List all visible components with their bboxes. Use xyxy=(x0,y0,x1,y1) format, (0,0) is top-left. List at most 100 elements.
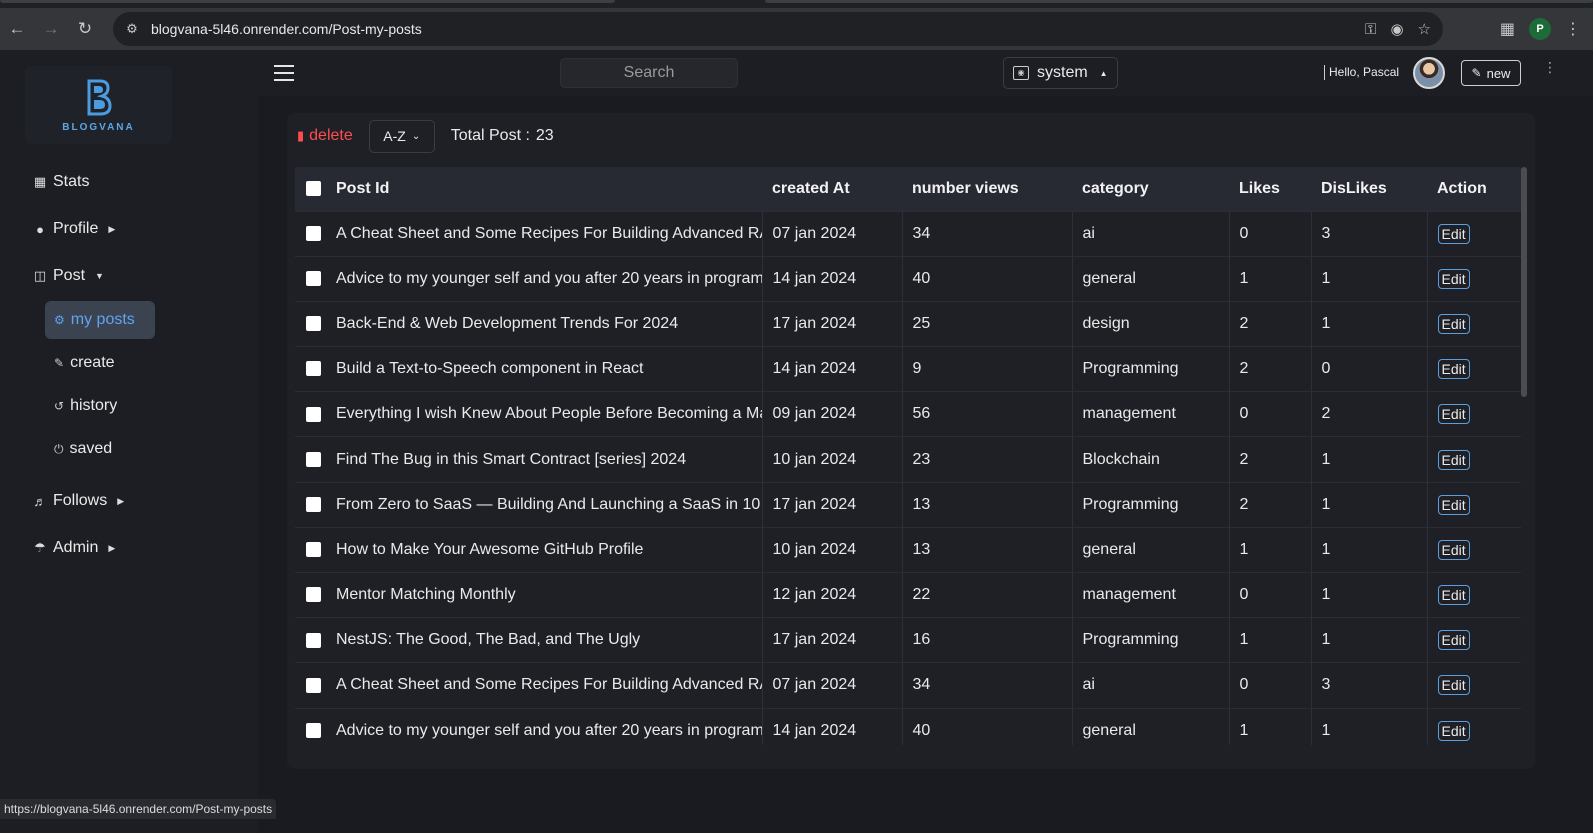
sidebar-item-post[interactable]: ◫ Post ▼ xyxy=(33,267,104,285)
cell-dislikes: 1 xyxy=(1310,617,1427,663)
row-checkbox[interactable] xyxy=(306,316,321,332)
edit-button[interactable]: Edit xyxy=(1437,313,1470,334)
cell-created-at: 14 jan 2024 xyxy=(761,255,902,302)
edit-button[interactable]: Edit xyxy=(1437,223,1470,244)
row-checkbox[interactable] xyxy=(306,451,321,467)
cell-number-views: 16 xyxy=(901,617,1072,663)
row-checkbox[interactable] xyxy=(306,542,321,558)
cell-post-id[interactable]: A Cheat Sheet and Some Recipes For Build… xyxy=(332,662,762,709)
edit-button[interactable]: Edit xyxy=(1437,539,1470,560)
row-select-cell xyxy=(295,391,332,437)
cell-dislikes: 1 xyxy=(1310,300,1427,347)
cell-number-views: 40 xyxy=(901,707,1072,745)
edit-button[interactable]: Edit xyxy=(1437,268,1470,289)
browser-profile-avatar[interactable]: P xyxy=(1529,18,1551,40)
cell-number-views: 25 xyxy=(901,300,1072,347)
new-post-button[interactable]: ✎ new xyxy=(1461,60,1521,86)
forward-arrow-icon[interactable]: → xyxy=(34,12,68,46)
cell-likes: 2 xyxy=(1228,481,1311,528)
search-input[interactable]: Search xyxy=(560,58,738,88)
browser-menu-icon[interactable]: ⋮ xyxy=(1565,19,1581,39)
edit-button[interactable]: Edit xyxy=(1437,720,1470,741)
more-options-icon[interactable]: ⋮ xyxy=(1543,60,1557,74)
logo[interactable]: BLOGVANA xyxy=(25,66,172,144)
extensions-icon[interactable]: ▦ xyxy=(1500,19,1515,39)
cell-post-id[interactable]: How to Make Your Awesome GitHub Profile xyxy=(332,526,762,573)
edit-button[interactable]: Edit xyxy=(1437,630,1470,651)
row-checkbox[interactable] xyxy=(306,496,321,512)
cell-post-id[interactable]: Build a Text-to-Speech component in Reac… xyxy=(332,346,762,392)
cell-created-at: 12 jan 2024 xyxy=(761,571,902,618)
row-checkbox[interactable] xyxy=(306,271,321,287)
select-all-checkbox[interactable] xyxy=(306,181,321,197)
sidebar-subitem-saved[interactable]: ⏻ saved xyxy=(45,430,155,468)
row-checkbox[interactable] xyxy=(306,225,321,241)
cell-post-id[interactable]: Mentor Matching Monthly xyxy=(332,571,762,618)
cell-post-id[interactable]: NestJS: The Good, The Bad, and The Ugly xyxy=(332,617,762,663)
cell-post-id[interactable]: A Cheat Sheet and Some Recipes For Build… xyxy=(332,210,762,257)
cell-created-at: 10 jan 2024 xyxy=(761,526,902,573)
sidebar-item-follows[interactable]: ♬ Follows ▶ xyxy=(33,492,125,510)
edit-button[interactable]: Edit xyxy=(1437,675,1470,696)
column-header-category[interactable]: category xyxy=(1072,167,1229,211)
cell-post-id[interactable]: From Zero to SaaS — Building And Launchi… xyxy=(332,481,762,528)
sort-dropdown[interactable]: A-Z ⌄ xyxy=(368,119,435,153)
browser-tabstrip xyxy=(0,0,1593,8)
sidebar-subitem-create[interactable]: ✎ create xyxy=(45,344,155,382)
sidebar-item-admin[interactable]: ☂ Admin ▶ xyxy=(33,539,115,557)
cell-post-id[interactable]: Back-End & Web Development Trends For 20… xyxy=(332,300,762,347)
theme-selector[interactable]: ◉ system ▲ xyxy=(1003,57,1118,89)
row-checkbox[interactable] xyxy=(306,406,321,422)
sidebar-item-stats[interactable]: ▦ Stats xyxy=(33,173,90,191)
cell-post-id[interactable]: Advice to my younger self and you after … xyxy=(332,707,762,745)
cell-post-id[interactable]: Find The Bug in this Smart Contract [ser… xyxy=(332,436,762,483)
caret-up-icon: ▲ xyxy=(1099,68,1108,78)
sidebar-subitem-my-posts[interactable]: ⚙ my posts xyxy=(45,301,155,339)
row-checkbox[interactable] xyxy=(306,677,321,693)
cell-category: general xyxy=(1071,526,1229,573)
column-header-dislikes[interactable]: DisLikes xyxy=(1311,167,1427,211)
column-header-created-at[interactable]: created At xyxy=(762,167,902,211)
user-avatar[interactable] xyxy=(1413,57,1445,89)
back-arrow-icon[interactable]: ← xyxy=(0,12,34,46)
column-header-likes[interactable]: Likes xyxy=(1229,167,1311,211)
table-row: How to Make Your Awesome GitHub Profile 1… xyxy=(295,526,1521,573)
edit-button[interactable]: Edit xyxy=(1437,585,1470,606)
cell-action: Edit xyxy=(1426,571,1521,618)
cell-post-id[interactable]: Everything I wish Knew About People Befo… xyxy=(332,391,762,437)
cell-created-at: 10 jan 2024 xyxy=(761,436,902,483)
star-icon[interactable]: ☆ xyxy=(1418,20,1431,38)
site-info-icon[interactable]: ⚙ xyxy=(117,21,147,37)
table-row: Build a Text-to-Speech component in Reac… xyxy=(295,346,1521,392)
key-icon[interactable]: ⚿ xyxy=(1365,21,1376,38)
cell-post-id[interactable]: Advice to my younger self and you after … xyxy=(332,255,762,302)
table-scrollbar[interactable] xyxy=(1521,167,1527,397)
row-checkbox[interactable] xyxy=(306,587,321,603)
row-select-cell xyxy=(295,346,332,392)
delete-label: delete xyxy=(309,127,353,144)
edit-button[interactable]: Edit xyxy=(1437,494,1470,515)
caret-right-icon: ▶ xyxy=(117,495,125,506)
reload-icon[interactable]: ↻ xyxy=(68,12,102,46)
address-bar[interactable]: ⚙ blogvana-5l46.onrender.com/Post-my-pos… xyxy=(113,12,1443,46)
cell-number-views: 9 xyxy=(901,346,1072,392)
eye-off-icon[interactable]: ◉ xyxy=(1390,20,1403,38)
sidebar-item-profile[interactable]: ● Profile ▶ xyxy=(33,220,115,238)
edit-button[interactable]: Edit xyxy=(1437,449,1470,470)
cell-created-at: 14 jan 2024 xyxy=(761,707,902,745)
row-checkbox[interactable] xyxy=(306,632,321,648)
edit-button[interactable]: Edit xyxy=(1437,404,1470,425)
sidebar-subitem-history[interactable]: ↺ history xyxy=(45,387,155,425)
url-text[interactable]: blogvana-5l46.onrender.com/Post-my-posts xyxy=(151,21,422,37)
column-header-number-views[interactable]: number views xyxy=(902,167,1072,211)
hamburger-menu-icon[interactable] xyxy=(274,65,294,81)
delete-button[interactable]: ▮ delete xyxy=(297,127,353,145)
row-checkbox[interactable] xyxy=(306,723,321,739)
column-header-post-id[interactable]: Post Id xyxy=(332,167,762,211)
cell-dislikes: 1 xyxy=(1310,707,1427,745)
edit-button[interactable]: Edit xyxy=(1437,359,1470,380)
row-checkbox[interactable] xyxy=(306,361,321,377)
cell-dislikes: 1 xyxy=(1310,526,1427,573)
cell-category: Programming xyxy=(1071,346,1229,392)
gear-icon: ⚙ xyxy=(54,313,65,327)
